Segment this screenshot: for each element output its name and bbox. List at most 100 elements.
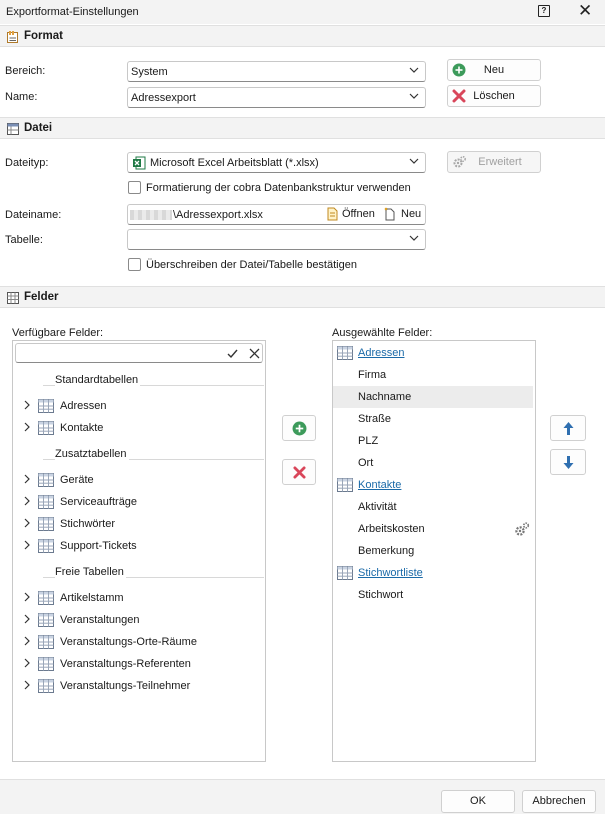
table-icon bbox=[38, 517, 54, 534]
open-file-icon bbox=[327, 207, 338, 221]
bereich-select[interactable]: System bbox=[127, 61, 426, 82]
name-select[interactable]: Adressexport bbox=[127, 87, 426, 108]
selected-field-item[interactable]: Arbeitskosten bbox=[333, 518, 533, 540]
oeffnen-button[interactable]: Öffnen bbox=[324, 206, 379, 222]
check-icon[interactable] bbox=[227, 348, 238, 359]
available-fields-label: Verfügbare Felder: bbox=[12, 327, 104, 339]
selected-field-item[interactable]: Bemerkung bbox=[333, 540, 533, 562]
table-icon bbox=[38, 657, 54, 674]
expand-chevron-icon[interactable] bbox=[23, 518, 31, 528]
add-field-button[interactable] bbox=[282, 415, 316, 441]
clear-icon[interactable] bbox=[249, 348, 260, 359]
tree-item[interactable]: Stichwörter bbox=[13, 513, 263, 535]
tree-item-label: Serviceaufträge bbox=[60, 496, 138, 508]
selected-field-label: Bemerkung bbox=[358, 545, 415, 557]
tree-item[interactable]: Support-Tickets bbox=[13, 535, 263, 557]
oeffnen-label: Öffnen bbox=[342, 208, 375, 220]
expand-chevron-icon[interactable] bbox=[23, 540, 31, 550]
gears-icon[interactable] bbox=[514, 521, 530, 540]
selected-field-label: Aktivität bbox=[358, 501, 397, 513]
abbrechen-button[interactable]: Abbrechen bbox=[522, 790, 596, 813]
abbrechen-label: Abbrechen bbox=[532, 795, 586, 807]
expand-chevron-icon[interactable] bbox=[23, 400, 31, 410]
selected-field-label: Adressen bbox=[358, 347, 405, 359]
move-up-button[interactable] bbox=[550, 415, 586, 441]
expand-chevron-icon[interactable] bbox=[23, 680, 31, 690]
selected-table-header[interactable]: Stichwortliste bbox=[333, 562, 533, 584]
tree-group-header: Standardtabellen bbox=[55, 374, 141, 386]
ok-button[interactable]: OK bbox=[441, 790, 515, 813]
ueberschreiben-checkbox[interactable] bbox=[128, 258, 141, 271]
close-button[interactable]: ✕ bbox=[578, 2, 592, 20]
tree-item[interactable]: Adressen bbox=[13, 395, 263, 417]
new-file-icon bbox=[384, 207, 395, 221]
tree-item[interactable]: Veranstaltungen bbox=[13, 609, 263, 631]
tree-item[interactable]: Kontakte bbox=[13, 417, 263, 439]
expand-chevron-icon[interactable] bbox=[23, 496, 31, 506]
chevron-down-icon bbox=[409, 158, 419, 164]
selected-table-header[interactable]: Kontakte bbox=[333, 474, 533, 496]
selected-field-label: Firma bbox=[358, 369, 387, 381]
excel-icon bbox=[133, 156, 146, 170]
selected-field-item[interactable]: Straße bbox=[333, 408, 533, 430]
formatierung-checkbox[interactable] bbox=[128, 181, 141, 194]
selected-field-item[interactable]: Aktivität bbox=[333, 496, 533, 518]
tree-item[interactable]: Serviceaufträge bbox=[13, 491, 263, 513]
expand-chevron-icon[interactable] bbox=[23, 474, 31, 484]
expand-chevron-icon[interactable] bbox=[23, 592, 31, 602]
tree-item-label: Artikelstamm bbox=[60, 592, 124, 604]
tabelle-select[interactable] bbox=[127, 229, 426, 250]
table-icon bbox=[38, 473, 54, 490]
loeschen-button[interactable]: Löschen bbox=[447, 85, 541, 107]
remove-field-button[interactable] bbox=[282, 459, 316, 485]
tree-item-label: Kontakte bbox=[60, 422, 104, 434]
section-title-datei: Datei bbox=[24, 122, 53, 134]
table-icon bbox=[38, 421, 54, 438]
neu-file-label: Neu bbox=[401, 208, 422, 220]
dateityp-value: Microsoft Excel Arbeitsblatt (*.xlsx) bbox=[150, 157, 319, 169]
selected-field-label: Stichwortliste bbox=[358, 567, 423, 579]
help-button[interactable]: ? bbox=[538, 5, 550, 17]
tree-item[interactable]: Veranstaltungs-Orte-Räume bbox=[13, 631, 263, 653]
delete-x-icon bbox=[293, 466, 306, 479]
expand-chevron-icon[interactable] bbox=[23, 422, 31, 432]
format-icon bbox=[6, 30, 20, 47]
ueberschreiben-label: Überschreiben der Datei/Tabelle bestätig… bbox=[146, 259, 357, 271]
tree-item-label: Geräte bbox=[60, 474, 94, 486]
section-header-datei: Datei bbox=[0, 117, 605, 139]
available-fields-panel[interactable]: Standardtabellen Adressen Kontakte Zusatzta… bbox=[12, 340, 266, 762]
expand-chevron-icon[interactable] bbox=[23, 614, 31, 624]
move-down-button[interactable] bbox=[550, 449, 586, 475]
selected-field-label: Arbeitskosten bbox=[358, 523, 425, 535]
tree-item[interactable]: Veranstaltungs-Teilnehmer bbox=[13, 675, 263, 697]
selected-field-item[interactable]: PLZ bbox=[333, 430, 533, 452]
section-header-felder: Felder bbox=[0, 286, 605, 308]
available-fields-search[interactable] bbox=[15, 343, 263, 363]
neu-format-button[interactable]: Neu bbox=[447, 59, 541, 81]
tree-item-label: Veranstaltungs-Teilnehmer bbox=[60, 680, 191, 692]
tree-item[interactable]: Artikelstamm bbox=[13, 587, 263, 609]
expand-chevron-icon[interactable] bbox=[23, 658, 31, 668]
erweitert-button[interactable]: Erweitert bbox=[447, 151, 541, 173]
tabelle-label: Tabelle: bbox=[5, 234, 43, 246]
section-title-felder: Felder bbox=[24, 291, 59, 303]
selected-field-item[interactable]: Nachname bbox=[333, 386, 533, 408]
blurred-path bbox=[130, 210, 172, 220]
selected-field-item[interactable]: Stichwort bbox=[333, 584, 533, 606]
selected-table-header[interactable]: Adressen bbox=[333, 342, 533, 364]
tree-item-label: Veranstaltungs-Referenten bbox=[60, 658, 191, 670]
dateityp-select[interactable]: Microsoft Excel Arbeitsblatt (*.xlsx) bbox=[127, 152, 426, 173]
selected-field-label: Stichwort bbox=[358, 589, 404, 601]
tree-item-label: Adressen bbox=[60, 400, 107, 412]
selected-field-label: Ort bbox=[358, 457, 374, 469]
section-header-format: Format bbox=[0, 25, 605, 47]
selected-field-item[interactable]: Firma bbox=[333, 364, 533, 386]
selected-field-item[interactable]: Ort bbox=[333, 452, 533, 474]
selected-fields-panel[interactable]: Adressen Firma Nachname Straße PLZ Ort Kontakt… bbox=[332, 340, 536, 762]
tree-item[interactable]: Veranstaltungs-Referenten bbox=[13, 653, 263, 675]
expand-chevron-icon[interactable] bbox=[23, 636, 31, 646]
tree-item[interactable]: Geräte bbox=[13, 469, 263, 491]
selected-fields-label: Ausgewählte Felder: bbox=[332, 327, 433, 339]
tree-item-label: Stichwörter bbox=[60, 518, 116, 530]
neu-file-button[interactable]: Neu bbox=[382, 206, 424, 222]
